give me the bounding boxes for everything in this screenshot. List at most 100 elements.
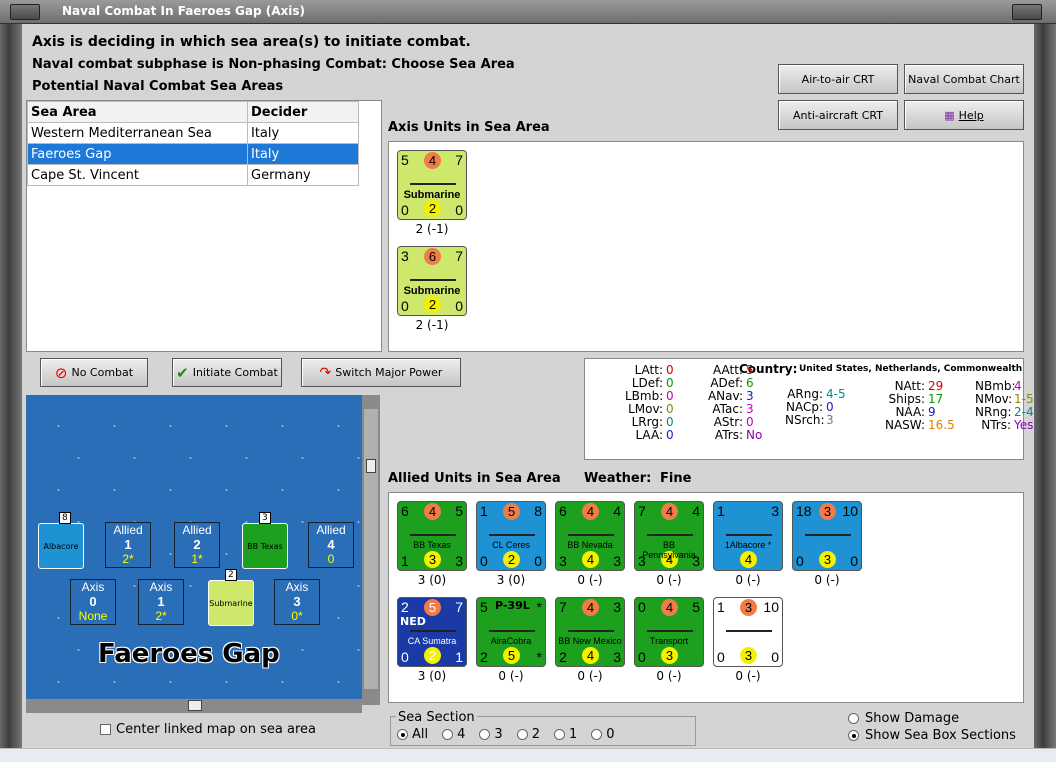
- sea-section-option[interactable]: 2: [516, 727, 540, 742]
- defense-circle: 2: [424, 647, 441, 664]
- axis-box[interactable]: Axis 3 0*: [274, 579, 320, 625]
- center-linked-checkbox[interactable]: Center linked map on sea area: [100, 722, 316, 737]
- stat-label: NAA:: [895, 405, 925, 419]
- sea-section-option[interactable]: 3: [479, 727, 503, 742]
- unit-counter[interactable]: 7 3 2 3 4 4 BB New Mexico: [555, 597, 625, 667]
- anti-aircraft-crt-button[interactable]: Anti-aircraft CRT: [778, 100, 898, 130]
- unit-counter[interactable]: 18 10 0 0 3 3: [792, 501, 862, 571]
- window-menu-button[interactable]: [10, 4, 40, 20]
- counter-value-br: 3: [613, 649, 621, 665]
- stat-label: ANav:: [707, 389, 743, 403]
- axis-box[interactable]: Axis 0 None: [70, 579, 116, 625]
- wave-icon: ˟: [280, 681, 285, 692]
- help-button[interactable]: ▦ Help: [904, 100, 1024, 130]
- counter-name: BB Pennsylvania: [642, 540, 696, 560]
- unit-counter[interactable]: 0 5 0 4 3 Transport: [634, 597, 704, 667]
- sea-section-radio[interactable]: [397, 729, 408, 740]
- map-stack-counter[interactable]: Albacore 8: [38, 512, 84, 569]
- map-stack-counter[interactable]: BB Texas 3: [242, 512, 288, 569]
- defense-circle: 3: [424, 551, 441, 568]
- show-boxes-option[interactable]: Show Sea Box Sections: [848, 728, 1016, 743]
- wave-icon: ˟: [356, 649, 361, 660]
- air-to-air-crt-button[interactable]: Air-to-air CRT: [778, 64, 898, 94]
- center-linked-label: Center linked map on sea area: [116, 722, 316, 737]
- sea-area-map[interactable]: Faeroes Gap ˟ ˟ ˟ ˟ ˟ ˟ ˟ ˟ ˟ ˟ ˟ ˟ ˟ ˟ ˟ ˟ ˟ ˟ ˟ ˟ ˟ ˟ ˟ ˟ ˟ ˟ ˟ ˟…: [26, 395, 362, 699]
- unit-counter[interactable]: 1 3 4 1Albacore *: [713, 501, 783, 571]
- no-combat-button[interactable]: ⊘ No Combat: [40, 358, 148, 387]
- vscroll-thumb[interactable]: [366, 459, 376, 473]
- stat-row: LDef: 0: [625, 376, 674, 390]
- sea-section-option[interactable]: 0: [591, 727, 615, 742]
- sea-section-group: Sea Section All 4 3 2 1 0: [390, 710, 696, 746]
- table-row[interactable]: Western Mediterranean Sea Italy: [27, 122, 359, 144]
- ned-label: NED: [400, 615, 426, 628]
- switch-arrow-icon: ↷: [319, 364, 332, 381]
- sea-section-radio[interactable]: [516, 729, 528, 740]
- unit-counter[interactable]: 7 4 3 3 4 4 BB Pennsylvania: [634, 501, 704, 571]
- table-header-row: Sea Area Decider: [27, 101, 359, 123]
- sea-section-radio[interactable]: [442, 729, 454, 740]
- table-row[interactable]: Cape St. Vincent Germany: [27, 164, 359, 186]
- stat-value: 3: [746, 402, 754, 416]
- air-to-air-label: Air-to-air CRT: [801, 72, 875, 86]
- unit-counter[interactable]: 6 4 3 3 4 4 BB Nevada: [555, 501, 625, 571]
- axis-box[interactable]: Axis 1 2*: [138, 579, 184, 625]
- sea-section-radio[interactable]: [591, 729, 603, 740]
- unit-counter[interactable]: 6 5 1 3 4 3 BB Texas: [397, 501, 467, 571]
- sea-section-option[interactable]: All: [397, 727, 428, 742]
- map-vscrollbar[interactable]: [362, 395, 380, 705]
- wave-icon: ˟: [300, 457, 305, 468]
- hscroll-thumb[interactable]: [188, 700, 202, 711]
- stat-value: 0: [666, 389, 674, 403]
- table-row[interactable]: Faeroes Gap Italy: [27, 143, 359, 165]
- sea-section-option[interactable]: 4: [442, 727, 465, 742]
- map-stack-counter[interactable]: Submarine 2: [208, 569, 254, 626]
- counter-value-tr: 10: [763, 599, 779, 615]
- close-button[interactable]: [1012, 4, 1042, 20]
- defense-circle: 2: [424, 200, 441, 217]
- stat-row: ADef: 6: [705, 376, 753, 390]
- window-title: Naval Combat In Faeroes Gap (Axis): [62, 4, 306, 18]
- sea-section-option[interactable]: 1: [553, 727, 577, 742]
- wave-icon: ˟: [112, 489, 117, 500]
- sea-section-radio[interactable]: [553, 729, 565, 740]
- naval-combat-chart-button[interactable]: Naval Combat Chart: [904, 64, 1024, 94]
- ship-silhouette-icon: [568, 624, 614, 632]
- switch-major-power-button[interactable]: ↷ Switch Major Power: [301, 358, 461, 387]
- counter-value-tr: 5: [455, 503, 463, 519]
- stat-label: NMov:: [975, 392, 1013, 406]
- show-boxes-radio[interactable]: [848, 730, 859, 741]
- table-cell: Italy: [247, 143, 359, 165]
- allied-box[interactable]: Allied 1 2*: [105, 522, 151, 568]
- counter-value-tl: 1: [480, 503, 488, 519]
- defense-circle: 5: [503, 647, 520, 664]
- sea-section-radio[interactable]: [479, 729, 491, 740]
- sea-section-option-label: All: [412, 727, 429, 742]
- title-bar: Naval Combat In Faeroes Gap (Axis): [0, 0, 1056, 24]
- show-damage-option[interactable]: Show Damage: [848, 711, 959, 726]
- counter-value-tl: 1: [717, 599, 725, 615]
- unit-counter[interactable]: 5 7 0 0 4 2 Submarine: [397, 150, 467, 220]
- attack-circle: 4: [424, 503, 441, 520]
- allied-box[interactable]: Allied 2 1*: [174, 522, 220, 568]
- checkbox-box[interactable]: [100, 724, 111, 735]
- map-hscrollbar[interactable]: [26, 699, 362, 713]
- counter-value-tl: 5: [480, 599, 488, 615]
- unit-counter[interactable]: 3 7 0 0 6 2 Submarine: [397, 246, 467, 316]
- allied-box-text: 1: [124, 537, 132, 552]
- table-cell: Germany: [247, 164, 359, 186]
- unit-counter[interactable]: 1 8 0 0 5 2 CL Ceres: [476, 501, 546, 571]
- stat-value: 0: [666, 402, 674, 416]
- counter-value-tl: 1: [717, 503, 725, 519]
- initiate-combat-label: Initiate Combat: [192, 366, 278, 379]
- allied-box[interactable]: Allied 4 0: [308, 522, 354, 568]
- stat-row: LMov: 0: [625, 402, 674, 416]
- wave-icon: ˟: [56, 489, 61, 500]
- show-damage-radio[interactable]: [848, 713, 859, 724]
- naval-chart-label: Naval Combat Chart: [908, 72, 1020, 86]
- map-stack-count: 8: [59, 512, 71, 524]
- unit-counter[interactable]: 1 10 0 0 3 3: [713, 597, 783, 667]
- unit-counter[interactable]: 2 7 0 1 5 2 CA Sumatra: [397, 597, 467, 667]
- stat-row: Ships: 17: [885, 392, 944, 406]
- initiate-combat-button[interactable]: ✔ Initiate Combat: [172, 358, 282, 387]
